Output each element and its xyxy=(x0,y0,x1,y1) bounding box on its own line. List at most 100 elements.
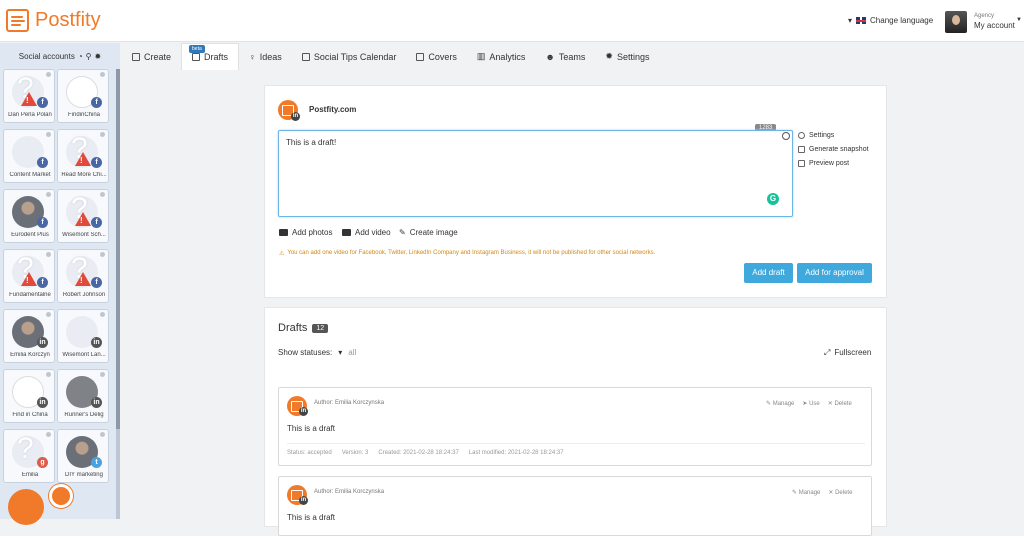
tab-label: Create xyxy=(144,51,172,62)
social-account-tile[interactable]: ? g Emilia xyxy=(3,429,55,483)
drafts-icon xyxy=(192,53,201,61)
warning-icon xyxy=(75,212,91,226)
gear-icon[interactable]: ✹ xyxy=(95,52,102,61)
social-account-tile[interactable]: in Runner's Delig xyxy=(57,369,109,423)
social-account-tile[interactable]: f Eurodent Plus xyxy=(3,189,55,243)
linkedin-icon: in xyxy=(299,407,308,416)
delete-button[interactable]: ✕ Delete xyxy=(828,489,852,496)
social-account-tile[interactable]: t DIY marketing xyxy=(57,429,109,483)
social-account-tile[interactable]: ?! f Dan Perla Polan xyxy=(3,69,55,123)
tile-settings-icon[interactable] xyxy=(46,372,51,377)
social-account-tile[interactable]: in Find in China xyxy=(3,369,55,423)
tile-settings-icon[interactable] xyxy=(100,72,105,77)
postfity-logo[interactable]: Postfity xyxy=(6,9,101,32)
caret-down-icon[interactable]: ▾ xyxy=(338,348,342,357)
change-language-button[interactable]: ▾ Change language xyxy=(848,16,933,25)
post-text-input[interactable]: This is a draft! xyxy=(278,130,793,217)
my-account-button[interactable]: My account xyxy=(974,21,1015,30)
tab-social-tips-calendar[interactable]: Social Tips Calendar xyxy=(292,43,407,70)
social-account-tile[interactable]: ?! f Read More Chi... xyxy=(57,129,109,183)
tab-analytics[interactable]: ▥ Analytics xyxy=(467,43,536,70)
beta-badge: beta xyxy=(189,45,205,53)
social-account-tile[interactable]: f Content Market xyxy=(3,129,55,183)
account-name: Dan Perla Polan xyxy=(8,112,52,118)
warning-icon xyxy=(75,272,91,286)
brand-name: Postfity xyxy=(35,9,101,31)
draft-author: Author: Emilia Korczynska xyxy=(314,489,385,495)
social-account-tile[interactable]: f FindinChina xyxy=(57,69,109,123)
status-filter-value[interactable]: all xyxy=(348,348,356,357)
lightbulb-icon: ♀ xyxy=(249,51,256,62)
tile-settings-icon[interactable] xyxy=(46,252,51,257)
network-fb-icon: f xyxy=(37,217,48,228)
composer-settings-link[interactable]: Settings xyxy=(798,132,834,139)
tab-settings[interactable]: ✹ Settings xyxy=(595,43,659,70)
network-fb-icon: f xyxy=(37,277,48,288)
grammarly-icon[interactable]: G xyxy=(767,193,779,205)
fullscreen-button[interactable]: ⤢ Fullscreen xyxy=(824,348,871,358)
account-avatar[interactable] xyxy=(945,11,967,33)
social-account-tile[interactable]: in Emilia Korczyn xyxy=(3,309,55,363)
tab-covers[interactable]: Covers xyxy=(406,43,467,70)
sidebar-scrollbar-thumb[interactable] xyxy=(116,69,120,429)
tile-settings-icon[interactable] xyxy=(100,252,105,257)
tile-settings-icon[interactable] xyxy=(100,132,105,137)
add-for-approval-button[interactable]: Add for approval xyxy=(797,263,872,283)
manage-button[interactable]: ✎ Manage xyxy=(792,489,820,496)
delete-button[interactable]: ✕ Delete xyxy=(828,400,852,407)
social-account-tile[interactable]: in Wisemont Lan... xyxy=(57,309,109,363)
account-name: Robert Johnson xyxy=(62,292,106,298)
tab-drafts[interactable]: beta Drafts xyxy=(181,43,240,70)
camera-icon xyxy=(279,229,288,236)
network-li-icon: in xyxy=(91,337,102,348)
search-icon[interactable]: ⚲ xyxy=(86,52,92,61)
tab-teams[interactable]: ☻ Teams xyxy=(535,43,595,70)
tile-settings-icon[interactable] xyxy=(100,312,105,317)
tile-settings-icon[interactable] xyxy=(46,312,51,317)
generate-snapshot-link[interactable]: Generate snapshot xyxy=(798,146,869,153)
link-label: Preview post xyxy=(809,160,850,167)
add-photos-button[interactable]: Add photos xyxy=(279,228,332,237)
use-button[interactable]: ➤ Use xyxy=(802,400,819,407)
draft-item[interactable]: in Author: Emilia Korczynska ✎ Manage ➤ … xyxy=(278,387,872,466)
add-draft-button[interactable]: Add draft xyxy=(744,263,793,283)
create-image-button[interactable]: ✎ Create image xyxy=(399,228,458,237)
account-caret-icon[interactable]: ▼ xyxy=(1016,17,1022,23)
account-role: Agency xyxy=(974,13,995,19)
preview-icon xyxy=(798,160,805,167)
draft-item[interactable]: in Author: Emilia Korczynska ✎ Manage ✕ … xyxy=(278,476,872,536)
tile-settings-icon[interactable] xyxy=(100,432,105,437)
add-video-button[interactable]: Add video xyxy=(342,228,391,237)
tab-label: Teams xyxy=(558,51,586,62)
tile-settings-icon[interactable] xyxy=(46,132,51,137)
tile-settings-icon[interactable] xyxy=(100,192,105,197)
tab-label: Ideas xyxy=(259,51,282,62)
tile-settings-icon[interactable] xyxy=(46,432,51,437)
account-name: Find in China xyxy=(12,412,48,418)
draft-actions: ✎ Manage ✕ Delete xyxy=(792,489,852,496)
postfity-fab-button[interactable] xyxy=(8,489,44,525)
account-name: Wisemont Sch... xyxy=(62,232,106,238)
warning-mark: ! xyxy=(80,156,83,165)
manage-button[interactable]: ✎ Manage xyxy=(766,400,794,407)
tile-settings-icon[interactable] xyxy=(100,372,105,377)
draft-meta: Status: accepted Version: 3 Created: 202… xyxy=(287,450,564,456)
network-fb-icon: f xyxy=(91,157,102,168)
calendar-icon xyxy=(301,52,310,61)
status-filter[interactable]: Show statuses: ▾ all xyxy=(278,348,356,357)
tab-label: Social Tips Calendar xyxy=(313,51,397,62)
social-account-tile[interactable]: ?! f Robert Johnson xyxy=(57,249,109,303)
draft-author: Author: Emilia Korczynska xyxy=(314,400,385,406)
social-account-tile[interactable]: ?! f Wisemont Sch... xyxy=(57,189,109,243)
composer-account-name: Postfity.com xyxy=(309,105,357,114)
tab-create[interactable]: Create xyxy=(122,43,181,70)
draft-status: Status: accepted xyxy=(287,450,332,456)
preview-post-link[interactable]: Preview post xyxy=(798,160,849,167)
social-account-tile[interactable]: ?! f Fundamentalne xyxy=(3,249,55,303)
help-lifebuoy-button[interactable] xyxy=(49,484,73,508)
tab-ideas[interactable]: ♀ Ideas xyxy=(239,43,292,70)
emoji-icon[interactable] xyxy=(782,132,790,140)
tile-settings-icon[interactable] xyxy=(46,192,51,197)
tile-settings-icon[interactable] xyxy=(46,72,51,77)
visibility-icon[interactable]: ◔ xyxy=(78,52,83,61)
